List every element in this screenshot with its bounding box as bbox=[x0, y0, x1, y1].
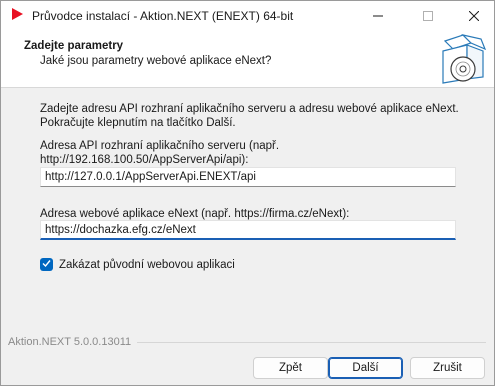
next-button[interactable]: Další bbox=[328, 357, 403, 379]
wizard-header: Zadejte parametry Jaké jsou parametry we… bbox=[1, 30, 494, 88]
intro-line-1: Zadejte adresu API rozhraní aplikačního … bbox=[40, 103, 459, 115]
minimize-icon bbox=[373, 11, 383, 21]
version-label: Aktion.NEXT 5.0.0.13011 bbox=[8, 336, 132, 348]
web-field-label: Adresa webové aplikace eNext (např. http… bbox=[40, 208, 350, 220]
cancel-button[interactable]: Zrušit bbox=[410, 357, 485, 379]
close-icon bbox=[469, 10, 479, 21]
disable-old-app-checkbox[interactable] bbox=[40, 258, 53, 271]
maximize-button[interactable] bbox=[405, 1, 451, 30]
api-field-label-line-1: Adresa API rozhraní aplikačního serveru … bbox=[40, 140, 280, 152]
page-subtitle: Jaké jsou parametry webové aplikace eNex… bbox=[40, 55, 272, 67]
installer-window: Průvodce instalací - Aktion.NEXT (ENEXT)… bbox=[0, 0, 495, 386]
window-title: Průvodce instalací - Aktion.NEXT (ENEXT)… bbox=[32, 9, 294, 23]
software-box-icon bbox=[433, 33, 487, 85]
web-address-input[interactable] bbox=[40, 220, 456, 240]
intro-line-2: Pokračujte klepnutím na tlačítko Další. bbox=[40, 117, 236, 129]
page-title: Zadejte parametry bbox=[24, 40, 124, 52]
api-field-label-line-2: http://192.168.100.50/AppServerApi/api): bbox=[40, 154, 249, 166]
disable-old-app-option[interactable]: Zakázat původní webovou aplikaci bbox=[40, 258, 235, 271]
close-button[interactable] bbox=[451, 1, 495, 30]
red-play-icon bbox=[10, 7, 24, 21]
api-address-input[interactable] bbox=[40, 167, 456, 187]
checkmark-icon bbox=[42, 259, 51, 271]
disable-old-app-label[interactable]: Zakázat původní webovou aplikaci bbox=[59, 259, 235, 271]
title-bar[interactable]: Průvodce instalací - Aktion.NEXT (ENEXT)… bbox=[1, 1, 494, 30]
maximize-icon bbox=[423, 10, 433, 21]
back-button[interactable]: Zpět bbox=[253, 357, 328, 379]
minimize-button[interactable] bbox=[355, 1, 401, 30]
footer-divider bbox=[137, 342, 486, 343]
